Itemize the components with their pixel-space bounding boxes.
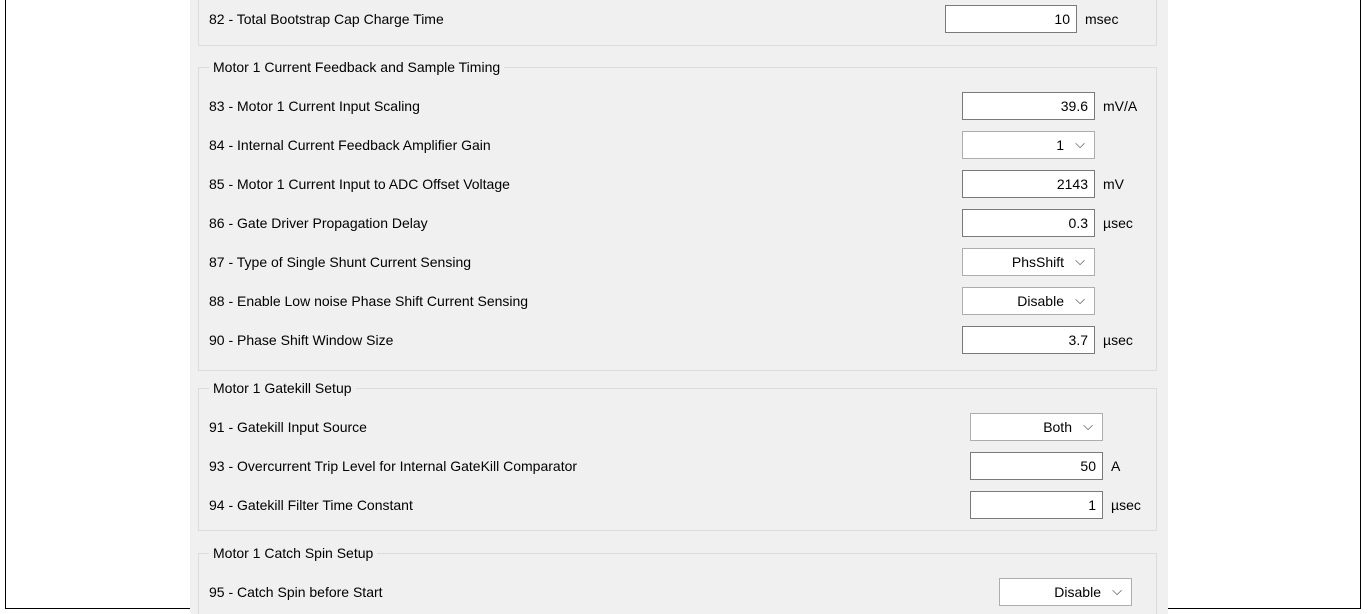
param-83-unit: mV/A (1103, 98, 1138, 114)
row-95: 95 - Catch Spin before Start Disable ⌵ (199, 578, 1156, 606)
row-82: 82 - Total Bootstrap Cap Charge Time 10 … (199, 5, 1156, 33)
param-88-label: 88 - Enable Low noise Phase Shift Curren… (209, 293, 529, 309)
param-93-unit: A (1111, 458, 1121, 474)
param-87-label: 87 - Type of Single Shunt Current Sensin… (209, 254, 472, 270)
row-86: 86 - Gate Driver Propagation Delay 0.3 µ… (199, 209, 1156, 237)
bootstrap-charge-time-input[interactable]: 10 (945, 5, 1077, 33)
row-83: 83 - Motor 1 Current Input Scaling 39.6 … (199, 92, 1156, 120)
chevron-down-icon: ⌵ (1112, 583, 1122, 598)
param-85-label: 85 - Motor 1 Current Input to ADC Offset… (209, 176, 510, 192)
amplifier-gain-select[interactable]: 1 ⌵ (962, 131, 1095, 159)
group-title-catch-spin: Motor 1 Catch Spin Setup (209, 544, 378, 562)
shunt-sensing-type-select[interactable]: PhsShift ⌵ (962, 248, 1095, 276)
group-bootstrap: 82 - Total Bootstrap Cap Charge Time 10 … (198, 0, 1157, 46)
param-86-label: 86 - Gate Driver Propagation Delay (209, 215, 428, 231)
param-94-unit: µsec (1111, 497, 1141, 513)
group-title-current-feedback: Motor 1 Current Feedback and Sample Timi… (209, 58, 505, 76)
propagation-delay-input[interactable]: 0.3 (962, 209, 1095, 237)
param-82-unit: msec (1085, 11, 1119, 27)
param-91-label: 91 - Gatekill Input Source (209, 419, 367, 435)
param-94-label: 94 - Gatekill Filter Time Constant (209, 497, 413, 513)
adc-offset-voltage-input[interactable]: 2143 (962, 170, 1095, 198)
overcurrent-trip-level-input[interactable]: 50 (970, 452, 1103, 480)
catch-spin-value: Disable (1054, 584, 1101, 600)
chevron-down-icon: ⌵ (1083, 418, 1093, 433)
group-catch-spin: Motor 1 Catch Spin Setup 95 - Catch Spin… (198, 544, 1157, 614)
param-85-unit: mV (1103, 176, 1124, 192)
param-95-label: 95 - Catch Spin before Start (209, 584, 383, 600)
row-85: 85 - Motor 1 Current Input to ADC Offset… (199, 170, 1156, 198)
catch-spin-select[interactable]: Disable ⌵ (999, 578, 1132, 606)
chevron-down-icon: ⌵ (1075, 292, 1085, 307)
settings-panel[interactable]: 82 - Total Bootstrap Cap Charge Time 10 … (190, 0, 1168, 614)
shunt-sensing-type-value: PhsShift (1011, 254, 1064, 270)
row-87: 87 - Type of Single Shunt Current Sensin… (199, 248, 1156, 276)
group-title-gatekill: Motor 1 Gatekill Setup (209, 379, 356, 397)
gatekill-input-source-select[interactable]: Both ⌵ (970, 413, 1103, 441)
row-84: 84 - Internal Current Feedback Amplifier… (199, 131, 1156, 159)
low-noise-phase-shift-value: Disable (1017, 293, 1064, 309)
chevron-down-icon: ⌵ (1075, 136, 1085, 151)
gatekill-input-source-value: Both (1043, 419, 1072, 435)
phase-shift-window-input[interactable]: 3.7 (962, 326, 1095, 354)
param-84-label: 84 - Internal Current Feedback Amplifier… (209, 137, 491, 153)
group-gatekill: Motor 1 Gatekill Setup 91 - Gatekill Inp… (198, 379, 1157, 531)
current-input-scaling-input[interactable]: 39.6 (962, 92, 1095, 120)
amplifier-gain-value: 1 (1056, 137, 1064, 153)
param-90-label: 90 - Phase Shift Window Size (209, 332, 394, 348)
low-noise-phase-shift-select[interactable]: Disable ⌵ (962, 287, 1095, 315)
chevron-down-icon: ⌵ (1075, 253, 1085, 268)
param-83-label: 83 - Motor 1 Current Input Scaling (209, 98, 420, 114)
row-94: 94 - Gatekill Filter Time Constant 1 µse… (199, 491, 1156, 519)
row-93: 93 - Overcurrent Trip Level for Internal… (199, 452, 1156, 480)
param-82-label: 82 - Total Bootstrap Cap Charge Time (209, 11, 444, 27)
param-90-unit: µsec (1103, 332, 1133, 348)
row-88: 88 - Enable Low noise Phase Shift Curren… (199, 287, 1156, 315)
row-91: 91 - Gatekill Input Source Both ⌵ (199, 413, 1156, 441)
row-90: 90 - Phase Shift Window Size 3.7 µsec (199, 326, 1156, 354)
group-current-feedback: Motor 1 Current Feedback and Sample Timi… (198, 58, 1157, 371)
param-93-label: 93 - Overcurrent Trip Level for Internal… (209, 458, 578, 474)
param-86-unit: µsec (1103, 215, 1133, 231)
gatekill-filter-time-input[interactable]: 1 (970, 491, 1103, 519)
